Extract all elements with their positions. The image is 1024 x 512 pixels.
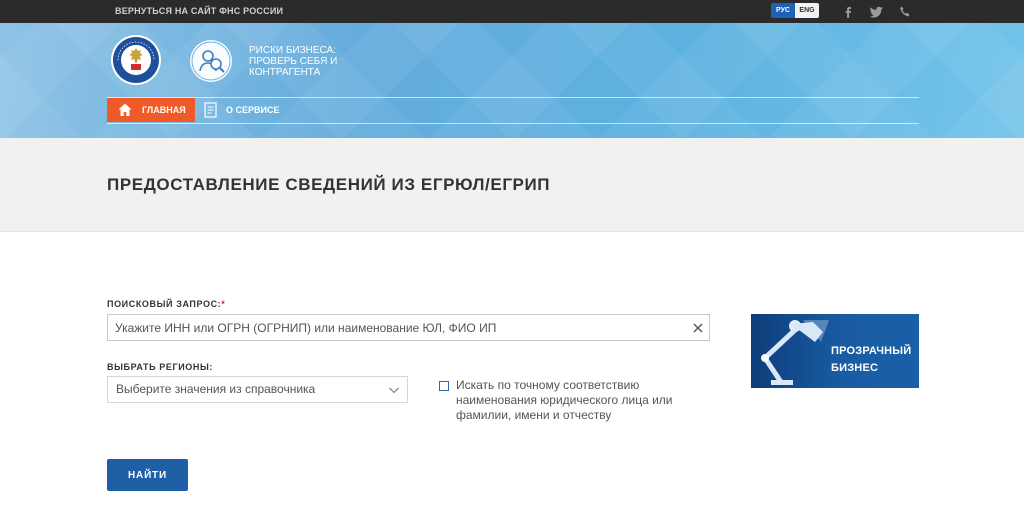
twitter-icon[interactable] — [868, 4, 884, 20]
phone-icon[interactable] — [897, 4, 913, 20]
exact-match-checkbox[interactable] — [439, 381, 449, 391]
exact-match-label[interactable]: Искать по точному соответствию наименова… — [456, 378, 696, 423]
home-icon — [118, 103, 132, 116]
nav-about-tab[interactable]: О СЕРВИСЕ — [204, 98, 279, 122]
fns-emblem-icon[interactable] — [110, 34, 162, 86]
search-label-text: ПОИСКОВЫЙ ЗАПРОС: — [107, 299, 222, 309]
find-button[interactable]: НАЙТИ — [107, 459, 188, 491]
site-header: РИСКИ БИЗНЕСА: ПРОВЕРЬ СЕБЯ И КОНТРАГЕНТ… — [0, 23, 1024, 138]
back-to-fns-link[interactable]: ВЕРНУТЬСЯ НА САЙТ ФНС РОССИИ — [115, 6, 283, 16]
facebook-icon[interactable] — [840, 4, 856, 20]
lang-ru-button[interactable]: РУС — [771, 3, 795, 18]
lang-en-button[interactable]: ENG — [795, 3, 819, 18]
nav-home-label: ГЛАВНАЯ — [142, 105, 186, 115]
nav-about-label: О СЕРВИСЕ — [226, 105, 280, 115]
title-band: ПРЕДОСТАВЛЕНИЕ СВЕДЕНИЙ ИЗ ЕГРЮЛ/ЕГРИП — [0, 138, 1024, 232]
region-select-placeholder: Выберите значения из справочника — [116, 382, 316, 396]
clear-search-icon[interactable] — [691, 321, 705, 335]
search-field[interactable] — [107, 314, 710, 341]
region-select[interactable]: Выберите значения из справочника — [107, 376, 408, 403]
region-label: ВЫБРАТЬ РЕГИОНЫ: — [107, 362, 213, 372]
page-title: ПРЕДОСТАВЛЕНИЕ СВЕДЕНИЙ ИЗ ЕГРЮЛ/ЕГРИП — [107, 175, 551, 194]
nav-divider-bottom — [107, 123, 919, 124]
business-risk-icon — [190, 40, 232, 82]
service-title[interactable]: РИСКИ БИЗНЕСА: ПРОВЕРЬ СЕБЯ И КОНТРАГЕНТ… — [249, 45, 369, 78]
search-input[interactable] — [108, 315, 683, 340]
transparent-business-banner[interactable]: ПРОЗРАЧНЫЙ БИЗНЕС — [751, 314, 919, 388]
required-mark: * — [221, 299, 226, 309]
chevron-down-icon — [389, 387, 399, 394]
document-icon — [204, 102, 217, 118]
top-bar: ВЕРНУТЬСЯ НА САЙТ ФНС РОССИИ РУС ENG — [0, 0, 1024, 23]
nav-home-tab[interactable]: ГЛАВНАЯ — [107, 98, 195, 122]
banner-text: ПРОЗРАЧНЫЙ БИЗНЕС — [831, 345, 912, 374]
search-label: ПОИСКОВЫЙ ЗАПРОС:* — [107, 299, 225, 309]
